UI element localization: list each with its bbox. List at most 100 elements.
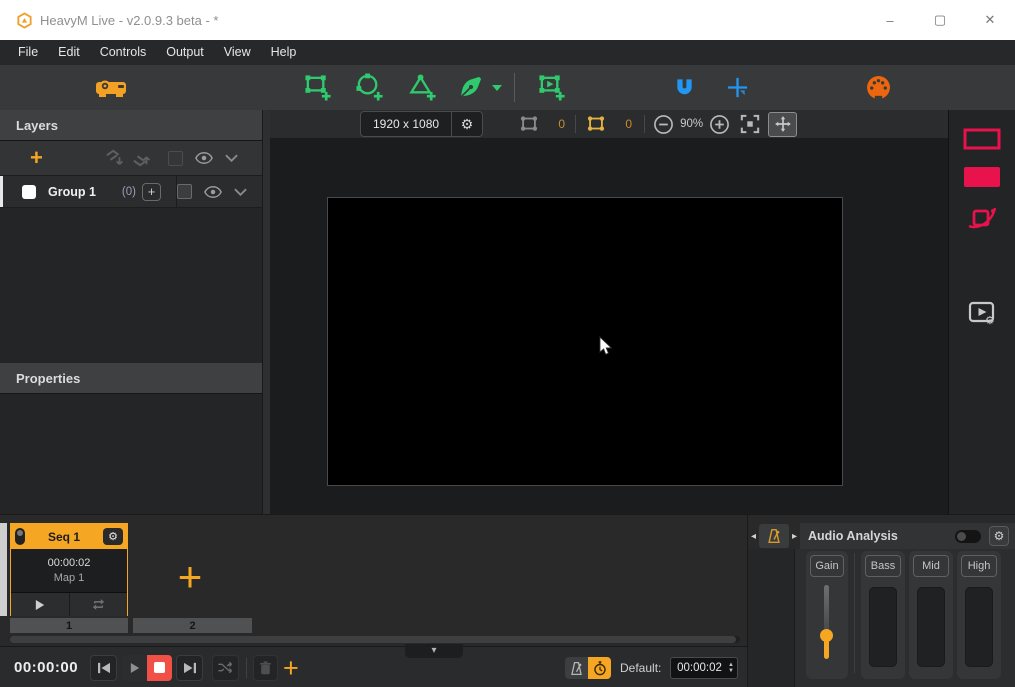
resolution-settings-gear-icon[interactable]: ⚙	[452, 116, 482, 133]
play-button[interactable]	[122, 655, 147, 681]
add-quad-icon[interactable]	[303, 73, 332, 102]
left-panel-scrollbar[interactable]	[262, 110, 270, 514]
cell-map-name: Map 1	[54, 572, 85, 584]
count-divider-1	[575, 115, 576, 133]
sequence-row-handle[interactable]	[0, 523, 7, 616]
zoom-in-icon[interactable]	[709, 114, 730, 135]
mid-meter	[917, 587, 945, 667]
group-visibility-eye-icon[interactable]	[204, 186, 222, 198]
panel-scroll-right-icon[interactable]: ▸	[789, 531, 800, 542]
audio-analysis-toggle[interactable]	[955, 530, 981, 543]
add-triangle-icon[interactable]	[408, 73, 437, 102]
gain-slider[interactable]	[810, 577, 844, 675]
crosshair-snap-icon[interactable]	[726, 76, 749, 99]
layers-toolbar: +	[0, 141, 262, 176]
group-surface-count: (0)	[122, 186, 136, 198]
menu-view[interactable]: View	[214, 40, 261, 65]
menu-help[interactable]: Help	[261, 40, 307, 65]
audio-section: ◂ ▸ Audio Analysis ⚙ Gain	[747, 515, 1015, 687]
fit-to-view-icon[interactable]	[740, 114, 760, 134]
player-settings-icon[interactable]: ⚙	[963, 300, 1001, 326]
add-sequence-button[interactable]: +	[283, 649, 299, 687]
transport-divider	[246, 658, 247, 678]
layers-visibility-eye-icon[interactable]	[195, 152, 213, 164]
beat-panel-collapsed-area	[748, 549, 795, 687]
sequence-buttons	[11, 592, 127, 616]
mid-meter-group: Mid	[909, 551, 953, 679]
maximize-button[interactable]: ▢	[915, 0, 965, 40]
pen-tool-dropdown-icon[interactable]	[492, 85, 502, 91]
transport-bar: 00:00:00 +	[0, 646, 747, 687]
group-add-surface-button[interactable]: +	[142, 183, 161, 201]
menu-file[interactable]: File	[8, 40, 48, 65]
magnet-snap-icon[interactable]	[673, 76, 696, 99]
zoom-level-value: 90%	[674, 118, 709, 130]
panel-scroll-left-icon[interactable]: ◂	[748, 531, 759, 542]
pan-tool-button[interactable]	[768, 112, 797, 137]
move-layer-down-icon[interactable]	[105, 149, 125, 167]
stop-button[interactable]	[147, 655, 172, 681]
add-group-button[interactable]: +	[30, 148, 43, 168]
minimize-button[interactable]: –	[865, 0, 915, 40]
close-button[interactable]: ✕	[965, 0, 1015, 40]
add-player-icon[interactable]	[537, 73, 566, 102]
outline-effect-icon[interactable]	[963, 128, 1001, 150]
selected-surfaces-icon	[586, 114, 606, 134]
shuffle-button[interactable]	[212, 655, 239, 681]
sequence-play-button[interactable]	[11, 593, 69, 616]
bottom-section: Seq 1 ⚙ 00:00:02 Map 1 + 1 2 ▾	[0, 514, 1015, 687]
menu-controls[interactable]: Controls	[90, 40, 157, 65]
default-duration-spinner[interactable]: 00:00:02 ▲ ▼	[670, 657, 738, 679]
skip-back-button[interactable]	[90, 655, 117, 681]
sequence-column-tab-1[interactable]: 1	[10, 618, 128, 633]
sequence-loop-button[interactable]	[69, 593, 128, 616]
surfaces-count-value: 0	[539, 117, 565, 131]
spinner-down-icon[interactable]: ▼	[728, 668, 734, 674]
layers-panel-title: Layers	[16, 118, 58, 133]
layers-collapse-chevron-icon[interactable]	[225, 154, 238, 162]
menu-edit[interactable]: Edit	[48, 40, 90, 65]
time-mode-button[interactable]	[588, 657, 611, 679]
projector-output-icon[interactable]	[95, 76, 129, 99]
audio-body: Gain Bass Mid	[748, 549, 1015, 687]
titlebar: HeavyM Live - v2.0.9.3 beta - * – ▢ ✕	[0, 0, 1015, 41]
beat-panel-icon[interactable]	[759, 524, 789, 548]
pen-tool-icon[interactable]	[458, 75, 483, 100]
add-circle-icon[interactable]	[355, 73, 384, 102]
collapse-panel-button[interactable]: ▾	[405, 644, 463, 658]
delete-sequence-button[interactable]	[253, 655, 278, 681]
gain-slider-group: Gain	[806, 551, 848, 679]
menu-output[interactable]: Output	[156, 40, 214, 65]
sequence-block[interactable]: Seq 1 ⚙ 00:00:02 Map 1	[10, 523, 128, 616]
group-color-swatch[interactable]	[177, 184, 192, 199]
sequence-toggle-icon[interactable]	[15, 528, 25, 545]
sequence-settings-gear-icon[interactable]: ⚙	[103, 528, 123, 545]
count-divider-2	[644, 115, 645, 133]
group-checkbox[interactable]	[22, 185, 36, 199]
gain-slider-handle[interactable]	[820, 629, 833, 661]
layers-list-empty-area	[0, 208, 262, 363]
add-sequence-cell-button[interactable]: +	[170, 557, 210, 601]
bass-meter-group: Bass	[861, 551, 905, 679]
move-layer-up-icon[interactable]	[132, 149, 152, 167]
sequence-cell[interactable]: 00:00:02 Map 1	[11, 549, 127, 592]
layers-color-swatch[interactable]	[168, 151, 183, 166]
skip-forward-button[interactable]	[176, 655, 203, 681]
app-logo-icon	[16, 12, 33, 29]
fill-effect-icon[interactable]	[963, 166, 1001, 188]
spinner-arrows[interactable]: ▲ ▼	[728, 662, 734, 674]
sequence-column-tab-2[interactable]: 2	[133, 618, 252, 633]
zoom-out-icon[interactable]	[653, 114, 674, 135]
sequence-scrollbar-thumb[interactable]	[10, 636, 736, 643]
sequence-header[interactable]: Seq 1 ⚙	[11, 524, 127, 549]
group-collapse-chevron-icon[interactable]	[234, 188, 247, 196]
midi-icon[interactable]	[866, 75, 891, 100]
animation-effect-icon[interactable]	[963, 202, 1001, 234]
default-duration-label: Default:	[620, 661, 661, 675]
audio-sliders-area: Gain Bass Mid	[795, 549, 1015, 687]
audio-settings-gear-icon[interactable]: ⚙	[989, 526, 1009, 546]
beat-mode-button[interactable]	[565, 657, 588, 679]
sequence-scrollbar-track	[10, 636, 740, 643]
projection-canvas[interactable]	[327, 197, 843, 486]
layer-group-row[interactable]: Group 1 (0) +	[0, 176, 262, 208]
